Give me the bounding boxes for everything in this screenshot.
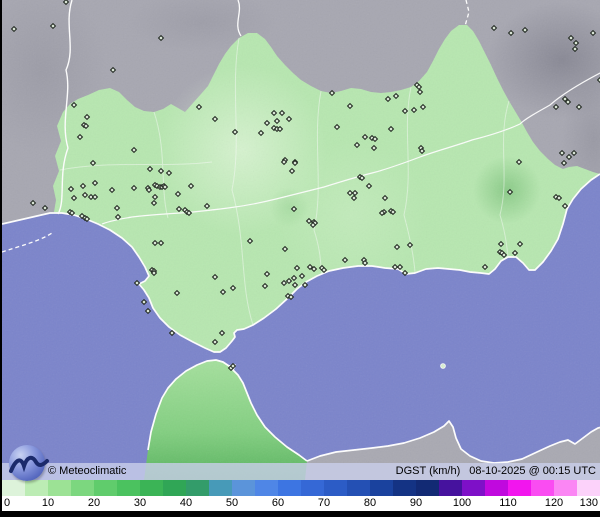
color-scale-segment	[94, 480, 117, 496]
scale-tick: 110	[499, 497, 517, 509]
color-scale-segment	[140, 480, 163, 496]
terrain-noise	[2, 0, 600, 480]
map-canvas[interactable]	[2, 0, 600, 480]
color-scale-segment	[554, 480, 577, 496]
scale-tick-labels: 0 10 20 30 40 50 60 70 80 90 100 110 120 130	[2, 496, 600, 511]
product-label: DGST (km/h)	[395, 465, 461, 477]
caption-bar: © Meteoclimatic DGST (km/h) 08-10-2025 @ …	[2, 463, 600, 480]
color-scale-segment	[416, 480, 439, 496]
scale-tick: 60	[271, 497, 285, 509]
scale-tick: 10	[41, 497, 55, 509]
color-scale-segment	[232, 480, 255, 496]
color-scale-segment	[347, 480, 370, 496]
scale-tick: 100	[452, 497, 472, 509]
color-scale-segment	[117, 480, 140, 496]
color-scale-segment	[163, 480, 186, 496]
logo-wave-glyph	[9, 455, 49, 473]
color-scale-segment	[439, 480, 462, 496]
color-scale-segment	[324, 480, 347, 496]
color-scale-segment	[71, 480, 94, 496]
color-scale-segment	[577, 480, 600, 496]
product-info: DGST (km/h) 08-10-2025 @ 00:15 UTC	[396, 463, 596, 480]
datetime-label: 08-10-2025 @ 00:15 UTC	[469, 465, 596, 477]
color-scale-segment	[278, 480, 301, 496]
scale-tick: 130	[579, 497, 598, 509]
color-scale-segment	[462, 480, 485, 496]
scale-tick: 120	[544, 497, 564, 509]
scale-tick: 20	[87, 497, 101, 509]
scale-tick: 40	[179, 497, 193, 509]
scale-tick: 30	[133, 497, 147, 509]
color-scale-bar	[2, 480, 600, 496]
scale-tick: 50	[225, 497, 239, 509]
color-scale-segment	[370, 480, 393, 496]
color-scale-segment	[393, 480, 416, 496]
color-scale-segment	[508, 480, 531, 496]
meteoclimatic-logo-icon[interactable]	[9, 445, 49, 481]
copyright-label: © Meteoclimatic	[48, 465, 127, 477]
scale-tick: 90	[409, 497, 423, 509]
color-scale-segment	[255, 480, 278, 496]
color-scale-segment	[301, 480, 324, 496]
color-scale-segment	[531, 480, 554, 496]
color-scale-segment	[485, 480, 508, 496]
scale-tick: 0	[4, 497, 11, 509]
bottom-border	[2, 511, 600, 517]
color-scale-segment	[2, 480, 25, 496]
scale-tick: 80	[363, 497, 377, 509]
scale-tick: 70	[317, 497, 331, 509]
color-scale-segment	[48, 480, 71, 496]
color-scale-segment	[186, 480, 209, 496]
color-scale-segment	[209, 480, 232, 496]
weather-map-frame: © Meteoclimatic DGST (km/h) 08-10-2025 @ …	[0, 0, 600, 517]
color-scale-segment	[25, 480, 48, 496]
